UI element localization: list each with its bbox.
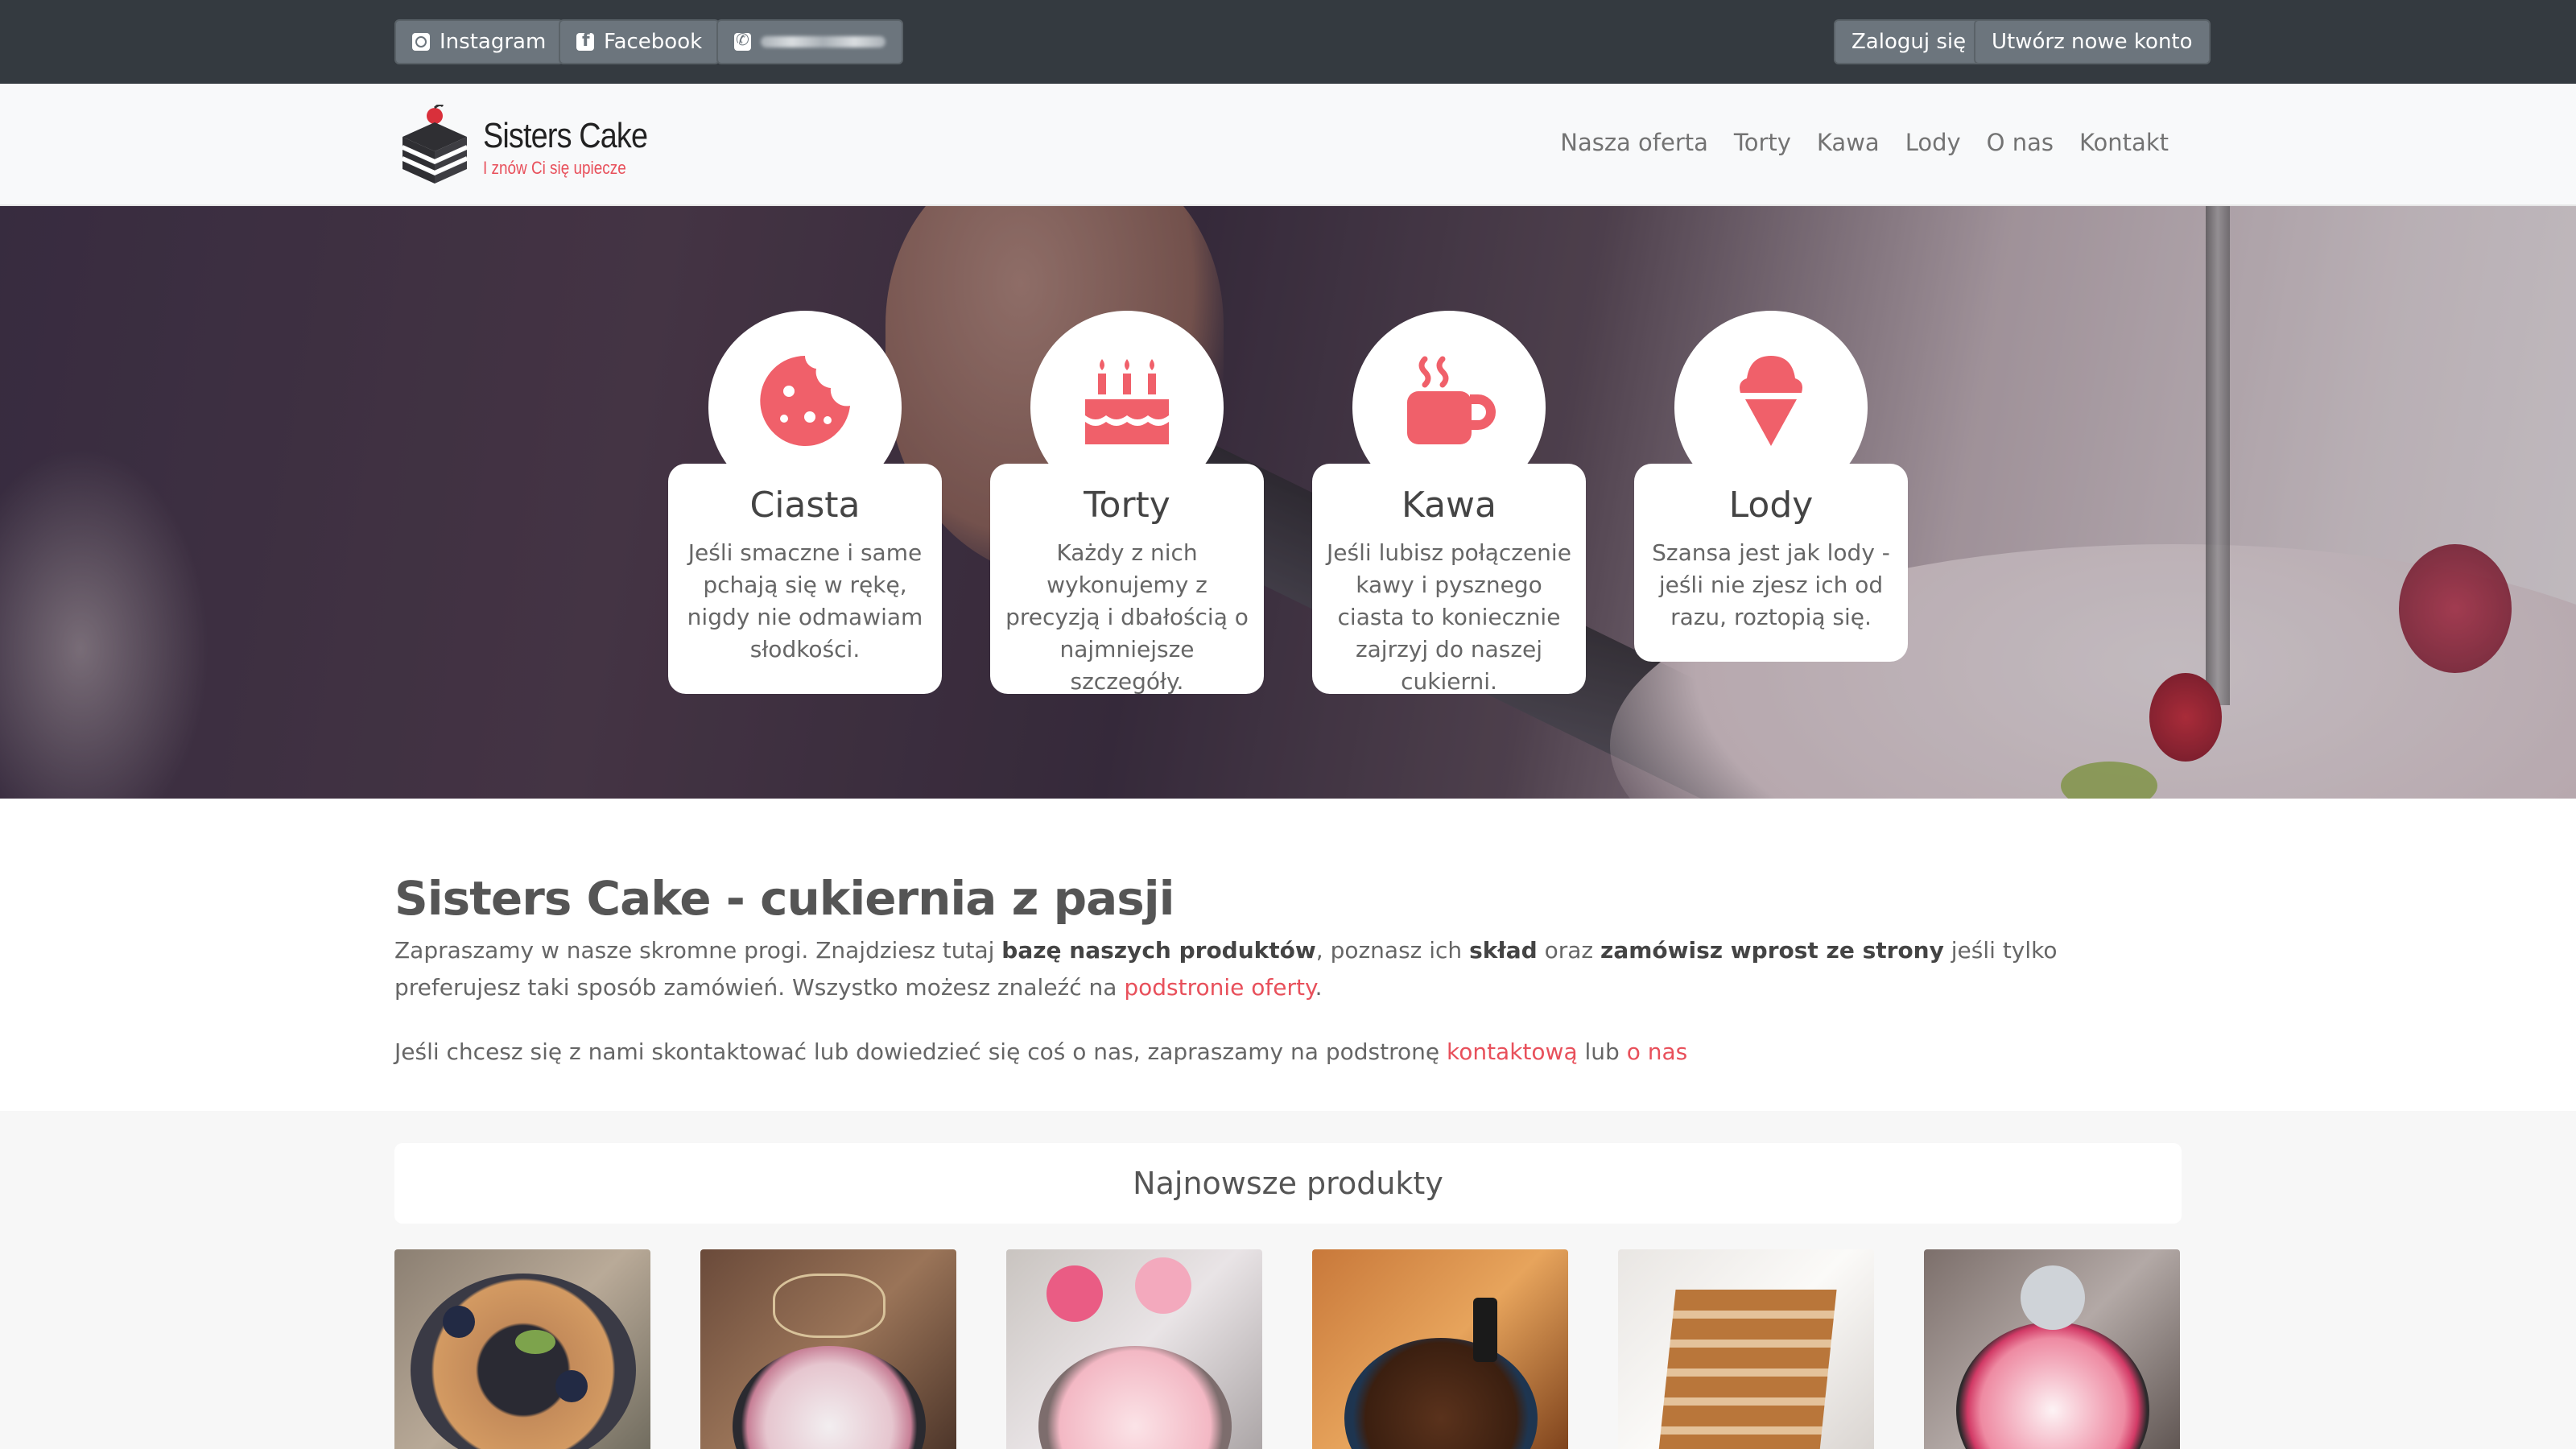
brand-name: Sisters Cake <box>483 116 648 155</box>
nav-item-cakes[interactable]: Torty <box>1734 129 1791 156</box>
feature-card-kawa[interactable]: Kawa Jeśli lubisz połączenie kawy i pysz… <box>1312 464 1586 695</box>
login-button[interactable]: Zaloguj się <box>1834 19 1984 64</box>
register-label: Utwórz nowe konto <box>1992 30 2193 54</box>
main-navbar: Sisters Cake I znów Ci się upiecze Nasza… <box>0 84 2576 206</box>
card-text: Jeśli smaczne i same pchają się w rękę, … <box>687 539 923 663</box>
instagram-button[interactable]: Instagram <box>394 19 564 64</box>
hero-banner <box>0 206 2576 799</box>
birthday-cake-icon <box>1085 359 1169 444</box>
card-title: Torty <box>1084 485 1170 526</box>
offer-page-link[interactable]: podstronie oferty <box>1124 974 1315 1001</box>
nav-item-about[interactable]: O nas <box>1987 129 2054 156</box>
register-button[interactable]: Utwórz nowe konto <box>1974 19 2211 64</box>
brand-tagline: I znów Ci się upiecze <box>483 158 626 178</box>
phone-icon <box>734 30 752 51</box>
top-bar: Instagram Facebook Zaloguj się Utwórz no… <box>0 0 2576 84</box>
contact-paragraph: Jeśli chcesz się z nami skontaktować lub… <box>394 1038 1688 1065</box>
product-card[interactable] <box>394 1249 650 1449</box>
about-page-link[interactable]: o nas <box>1627 1038 1688 1065</box>
instagram-icon <box>412 33 430 51</box>
page-title: Sisters Cake - cukiernia z pasji <box>394 871 1175 926</box>
products-header: Najnowsze produkty <box>394 1143 2182 1224</box>
brand-logo[interactable]: Sisters Cake I znów Ci się upiecze <box>394 105 648 185</box>
nav-item-contact[interactable]: Kontakt <box>2079 129 2169 156</box>
feature-card-torty[interactable]: Torty Każdy z nich wykonujemy z precyzją… <box>990 464 1264 695</box>
login-label: Zaloguj się <box>1852 30 1967 54</box>
facebook-icon <box>576 31 594 51</box>
nav-item-coffee[interactable]: Kawa <box>1817 129 1880 156</box>
instagram-label: Instagram <box>440 30 547 54</box>
facebook-button[interactable]: Facebook <box>559 19 720 64</box>
feature-card-ciasta[interactable]: Ciasta Jeśli smaczne i same pchają się w… <box>668 464 942 694</box>
product-card[interactable] <box>1312 1249 1568 1449</box>
card-title: Lody <box>1728 485 1814 526</box>
product-card[interactable] <box>1924 1249 2180 1449</box>
cake-logo-icon <box>402 105 468 184</box>
nav-item-ice-cream[interactable]: Lody <box>1905 129 1961 156</box>
card-title: Kawa <box>1402 485 1496 526</box>
product-card[interactable] <box>1006 1249 1262 1449</box>
product-card[interactable] <box>700 1249 956 1449</box>
phone-button[interactable] <box>716 19 903 64</box>
products-title: Najnowsze produkty <box>1133 1166 1443 1201</box>
card-text: Każdy z nich wykonujemy z precyzją i dba… <box>1005 539 1249 695</box>
card-title: Ciasta <box>749 485 861 526</box>
nav-menu: Nasza oferta Torty Kawa Lody O nas Konta… <box>1560 129 2169 156</box>
ice-cream-icon <box>1740 356 1802 446</box>
card-text: Szansa jest jak lody - jeśli nie zjesz i… <box>1652 539 1890 630</box>
card-text: Jeśli lubisz połączenie kawy i pysznego … <box>1327 539 1571 695</box>
nav-item-offer[interactable]: Nasza oferta <box>1560 129 1708 156</box>
cookie-icon <box>760 356 850 446</box>
contact-page-link[interactable]: kontaktową <box>1447 1038 1578 1065</box>
feature-card-lody[interactable]: Lody Szansa jest jak lody - jeśli nie zj… <box>1634 464 1908 662</box>
facebook-label: Facebook <box>604 30 703 54</box>
blurred-phone-number <box>761 36 886 47</box>
intro-paragraph: Zapraszamy w nasze skromne progi. Znajdz… <box>394 937 2058 1001</box>
coffee-cup-icon <box>1407 356 1496 444</box>
product-card[interactable] <box>1618 1249 1874 1449</box>
